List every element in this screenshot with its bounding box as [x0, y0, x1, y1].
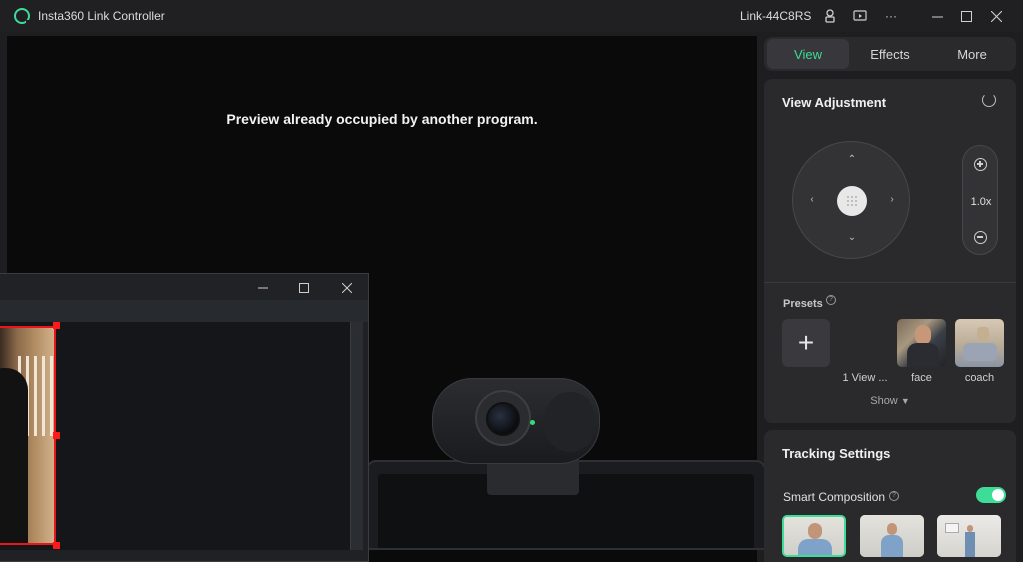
camera-device-icon[interactable]	[820, 6, 840, 26]
composition-option-wide[interactable]	[937, 515, 1001, 557]
show-label: Show	[870, 395, 898, 407]
pan-right-icon[interactable]: ›	[887, 194, 897, 205]
caret-down-icon: ▼	[900, 396, 910, 406]
close-button[interactable]	[983, 4, 1009, 28]
show-presets-button[interactable]: Show ▼	[764, 395, 1016, 407]
other-minimize-button[interactable]	[251, 277, 275, 299]
preset-label-view: 1 View ...	[842, 372, 888, 384]
add-preset-button[interactable]: +	[782, 319, 830, 367]
tab-more[interactable]: More	[931, 39, 1013, 69]
webcam-grill	[545, 392, 595, 452]
tab-effects[interactable]: Effects	[849, 39, 931, 69]
smart-composition-help-icon[interactable]: ?	[889, 491, 899, 501]
title-bar: Insta360 Link Controller Link-44C8RS ···	[0, 0, 1023, 32]
tilt-down-icon[interactable]: ⌄	[847, 232, 857, 243]
preset-coach-thumbnail[interactable]	[955, 319, 1004, 367]
preset-face-thumbnail[interactable]	[897, 319, 946, 367]
composition-option-close[interactable]	[782, 515, 846, 557]
zoom-in-icon[interactable]	[974, 158, 987, 171]
tracking-settings-card: Tracking Settings Smart Composition ?	[764, 430, 1016, 562]
other-window-scrollbar[interactable]	[350, 322, 363, 550]
resize-handle-right[interactable]	[53, 432, 60, 439]
app-logo-icon	[14, 8, 31, 25]
device-name[interactable]: Link-44C8RS	[740, 9, 811, 23]
divider	[764, 282, 1016, 283]
view-adjustment-title: View Adjustment	[782, 95, 887, 110]
composition-option-medium[interactable]	[860, 515, 924, 557]
zoom-value: 1.0x	[970, 196, 992, 208]
pan-tilt-joystick[interactable]: ⌃ ⌄ ‹ ›	[792, 141, 910, 259]
tracking-settings-title: Tracking Settings	[782, 446, 891, 461]
screen-share-icon[interactable]	[850, 6, 870, 26]
webcam-lens	[486, 402, 520, 436]
zoom-control: 1.0x	[962, 145, 998, 255]
reset-icon[interactable]	[982, 93, 996, 107]
preview-message: Preview already occupied by another prog…	[226, 111, 538, 127]
other-window-toolbar	[0, 300, 368, 322]
resize-handle-top-right[interactable]	[53, 322, 60, 329]
minimize-button[interactable]	[924, 4, 950, 28]
view-adjustment-card: View Adjustment ⌃ ⌄ ‹ › 1.0x Presets ? +…	[764, 79, 1016, 423]
joystick-knob[interactable]	[837, 186, 867, 216]
other-window-titlebar[interactable]	[0, 274, 368, 300]
smart-composition-toggle[interactable]	[976, 487, 1006, 503]
tilt-up-icon[interactable]: ⌃	[847, 154, 857, 165]
webcam-status-led	[530, 420, 535, 425]
presets-label: Presets	[783, 298, 823, 310]
preset-label-face: face	[911, 372, 932, 384]
presets-help-icon[interactable]: ?	[826, 295, 836, 305]
smart-composition-label: Smart Composition	[783, 490, 886, 504]
resize-handle-bottom-right[interactable]	[53, 542, 60, 549]
tab-view[interactable]: View	[767, 39, 849, 69]
maximize-button[interactable]	[953, 4, 979, 28]
more-dots-icon[interactable]: ···	[881, 6, 901, 26]
zoom-out-icon[interactable]	[974, 231, 987, 244]
other-close-button[interactable]	[335, 277, 359, 299]
app-title: Insta360 Link Controller	[38, 9, 165, 23]
pan-left-icon[interactable]: ‹	[807, 194, 817, 205]
other-maximize-button[interactable]	[292, 277, 316, 299]
captured-video-frame[interactable]	[0, 326, 56, 545]
panel-tabs: View Effects More	[764, 37, 1016, 71]
app-window: Insta360 Link Controller Link-44C8RS ···…	[0, 0, 1023, 562]
preset-label-coach: coach	[964, 372, 995, 384]
